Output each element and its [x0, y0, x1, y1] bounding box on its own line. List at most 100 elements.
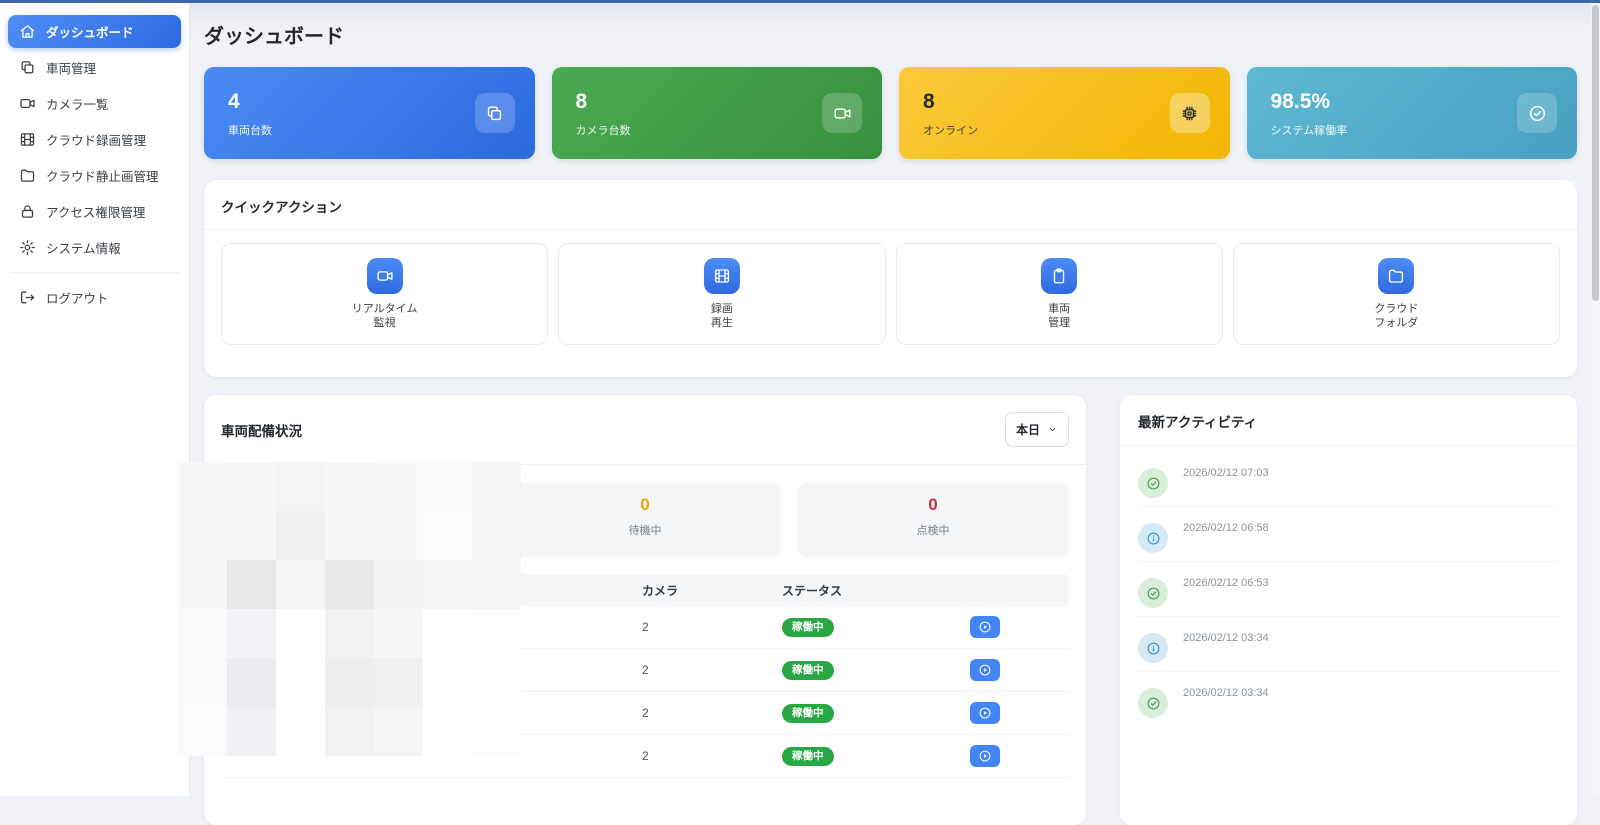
view-stream-button[interactable]: [970, 616, 1000, 638]
quick-action-label-line2: 管理: [1048, 317, 1071, 329]
sidebar-item-system-info[interactable]: システム情報: [8, 231, 181, 264]
play-circle-icon: [978, 620, 992, 634]
table-header-status: ステータス: [782, 583, 843, 598]
redaction-block: [178, 609, 227, 658]
redaction-block: [227, 609, 276, 658]
redaction-block: [423, 658, 472, 707]
redaction-block: [374, 462, 423, 511]
view-stream-button[interactable]: [970, 745, 1000, 767]
status-badge: 稼働中: [782, 703, 834, 723]
film-icon: [703, 258, 740, 294]
redaction-block: [178, 560, 227, 609]
chevron-down-icon: [1047, 424, 1058, 435]
sidebar-item-label: ログアウト: [46, 292, 109, 306]
redaction-block: [472, 511, 521, 560]
sidebar-item-label: クラウド録画管理: [46, 134, 147, 148]
folder-icon: [19, 167, 36, 184]
gear-icon: [19, 239, 36, 256]
redaction-block: [472, 560, 521, 609]
redaction-block: [227, 658, 276, 707]
stat-label: オンライン: [923, 125, 978, 137]
deployment-stat-label: 点検中: [916, 525, 950, 537]
quick-actions-grid: リアルタイム 監視 録画 再生 車両 管理 クラウド フォルダ: [221, 243, 1560, 345]
play-circle-icon: [978, 706, 992, 720]
redaction-block: [276, 462, 325, 511]
redaction-block: [276, 707, 325, 756]
sidebar-divider: [10, 272, 179, 273]
redaction-block: [276, 560, 325, 609]
sidebar-item-cloud-stills[interactable]: クラウド静止画管理: [8, 159, 181, 192]
redaction-block: [423, 462, 472, 511]
copy-icon: [474, 93, 515, 133]
view-stream-button[interactable]: [970, 659, 1000, 681]
quick-action-label-line2: フォルダ: [1374, 317, 1419, 329]
stat-value: 8: [575, 90, 588, 113]
redaction-block: [227, 707, 276, 756]
deployment-stat-label: 待機中: [628, 525, 662, 537]
play-circle-icon: [978, 663, 992, 677]
status-badge: 稼働中: [782, 746, 834, 766]
activity-title: 最新アクティビティ: [1138, 415, 1258, 430]
quick-action-recording-playback[interactable]: 録画 再生: [558, 243, 886, 345]
sidebar-item-logout[interactable]: ログアウト: [8, 281, 181, 314]
table-header-camera: カメラ: [642, 583, 679, 598]
redaction-block: [325, 462, 374, 511]
redaction-block: [178, 462, 227, 511]
stat-card-online-count: 8 オンライン: [899, 67, 1230, 159]
sidebar-item-label: クラウド静止画管理: [46, 170, 159, 184]
activity-panel: 最新アクティビティ 2026/02/12 07:03 2026/02/12 06…: [1120, 395, 1577, 825]
activity-timestamp: 2026/02/12 06:58: [1183, 522, 1269, 534]
period-select-value: 本日: [1015, 423, 1040, 437]
sidebar: ダッシュボード 車両管理 カメラ一覧 クラウド録画管理 クラウド静止画管理 アク…: [0, 3, 190, 796]
deployment-stat-value: 0: [928, 495, 938, 514]
quick-action-vehicle-management[interactable]: 車両 管理: [895, 243, 1223, 345]
redaction-block: [276, 658, 325, 707]
stat-value: 98.5%: [1270, 90, 1331, 113]
deployment-stat-value: 0: [640, 495, 650, 514]
redaction-block: [325, 707, 374, 756]
scrollbar: [1591, 3, 1600, 796]
stat-cards-row: 4 車両台数 8 カメラ台数 8 オンライン 98.5% システム稼働率: [204, 67, 1577, 159]
redaction-block: [276, 511, 325, 560]
sidebar-item-dashboard[interactable]: ダッシュボード: [8, 15, 181, 48]
activity-list: 2026/02/12 07:03 2026/02/12 06:58 2026/0…: [1120, 446, 1577, 726]
sidebar-item-access-control[interactable]: アクセス権限管理: [8, 195, 181, 228]
film-icon: [19, 131, 36, 148]
sidebar-item-cloud-recordings[interactable]: クラウド録画管理: [8, 123, 181, 156]
activity-timestamp: 2026/02/12 06:53: [1183, 577, 1269, 589]
deployment-stat-standby: 0 待機中: [509, 483, 781, 557]
redaction-block: [472, 707, 521, 756]
quick-action-cloud-folder[interactable]: クラウド フォルダ: [1232, 243, 1560, 345]
table-cell-camera: 2: [642, 749, 649, 763]
sidebar-item-label: 車両管理: [46, 62, 97, 76]
redaction-block: [374, 707, 423, 756]
redaction-block: [374, 511, 423, 560]
logout-icon: [19, 289, 36, 306]
sidebar-nav: ダッシュボード 車両管理 カメラ一覧 クラウド録画管理 クラウド静止画管理 アク…: [8, 15, 181, 264]
table-cell-camera: 2: [642, 663, 649, 677]
scrollbar-thumb[interactable]: [1592, 5, 1599, 301]
period-select[interactable]: 本日: [1004, 412, 1069, 447]
table-cell-camera: 2: [642, 706, 649, 720]
quick-action-label-line2: 監視: [373, 317, 396, 329]
redaction-block: [472, 609, 521, 658]
activity-timestamp: 2026/02/12 07:03: [1183, 467, 1269, 479]
view-stream-button[interactable]: [970, 702, 1000, 724]
quick-actions-title: クイックアクション: [221, 200, 342, 215]
sidebar-item-vehicles[interactable]: 車両管理: [8, 51, 181, 84]
redaction-block: [178, 707, 227, 756]
sidebar-item-label: ダッシュボード: [46, 26, 134, 40]
sidebar-item-label: アクセス権限管理: [46, 206, 146, 220]
redaction-block: [325, 511, 374, 560]
check-circle-icon: [1517, 93, 1557, 133]
sidebar-item-label: システム情報: [46, 242, 121, 256]
deployment-stat-inspection: 0 点検中: [797, 483, 1069, 557]
sidebar-item-camera-list[interactable]: カメラ一覧: [8, 87, 181, 120]
video-camera-icon: [19, 95, 36, 112]
quick-action-realtime-monitor[interactable]: リアルタイム 監視: [221, 243, 549, 345]
redaction-block: [325, 609, 374, 658]
activity-item: 2026/02/12 03:34: [1138, 672, 1559, 726]
quick-action-label-line1: 録画: [710, 303, 733, 315]
stat-value: 8: [923, 90, 935, 113]
clipboard-icon: [1041, 258, 1078, 294]
